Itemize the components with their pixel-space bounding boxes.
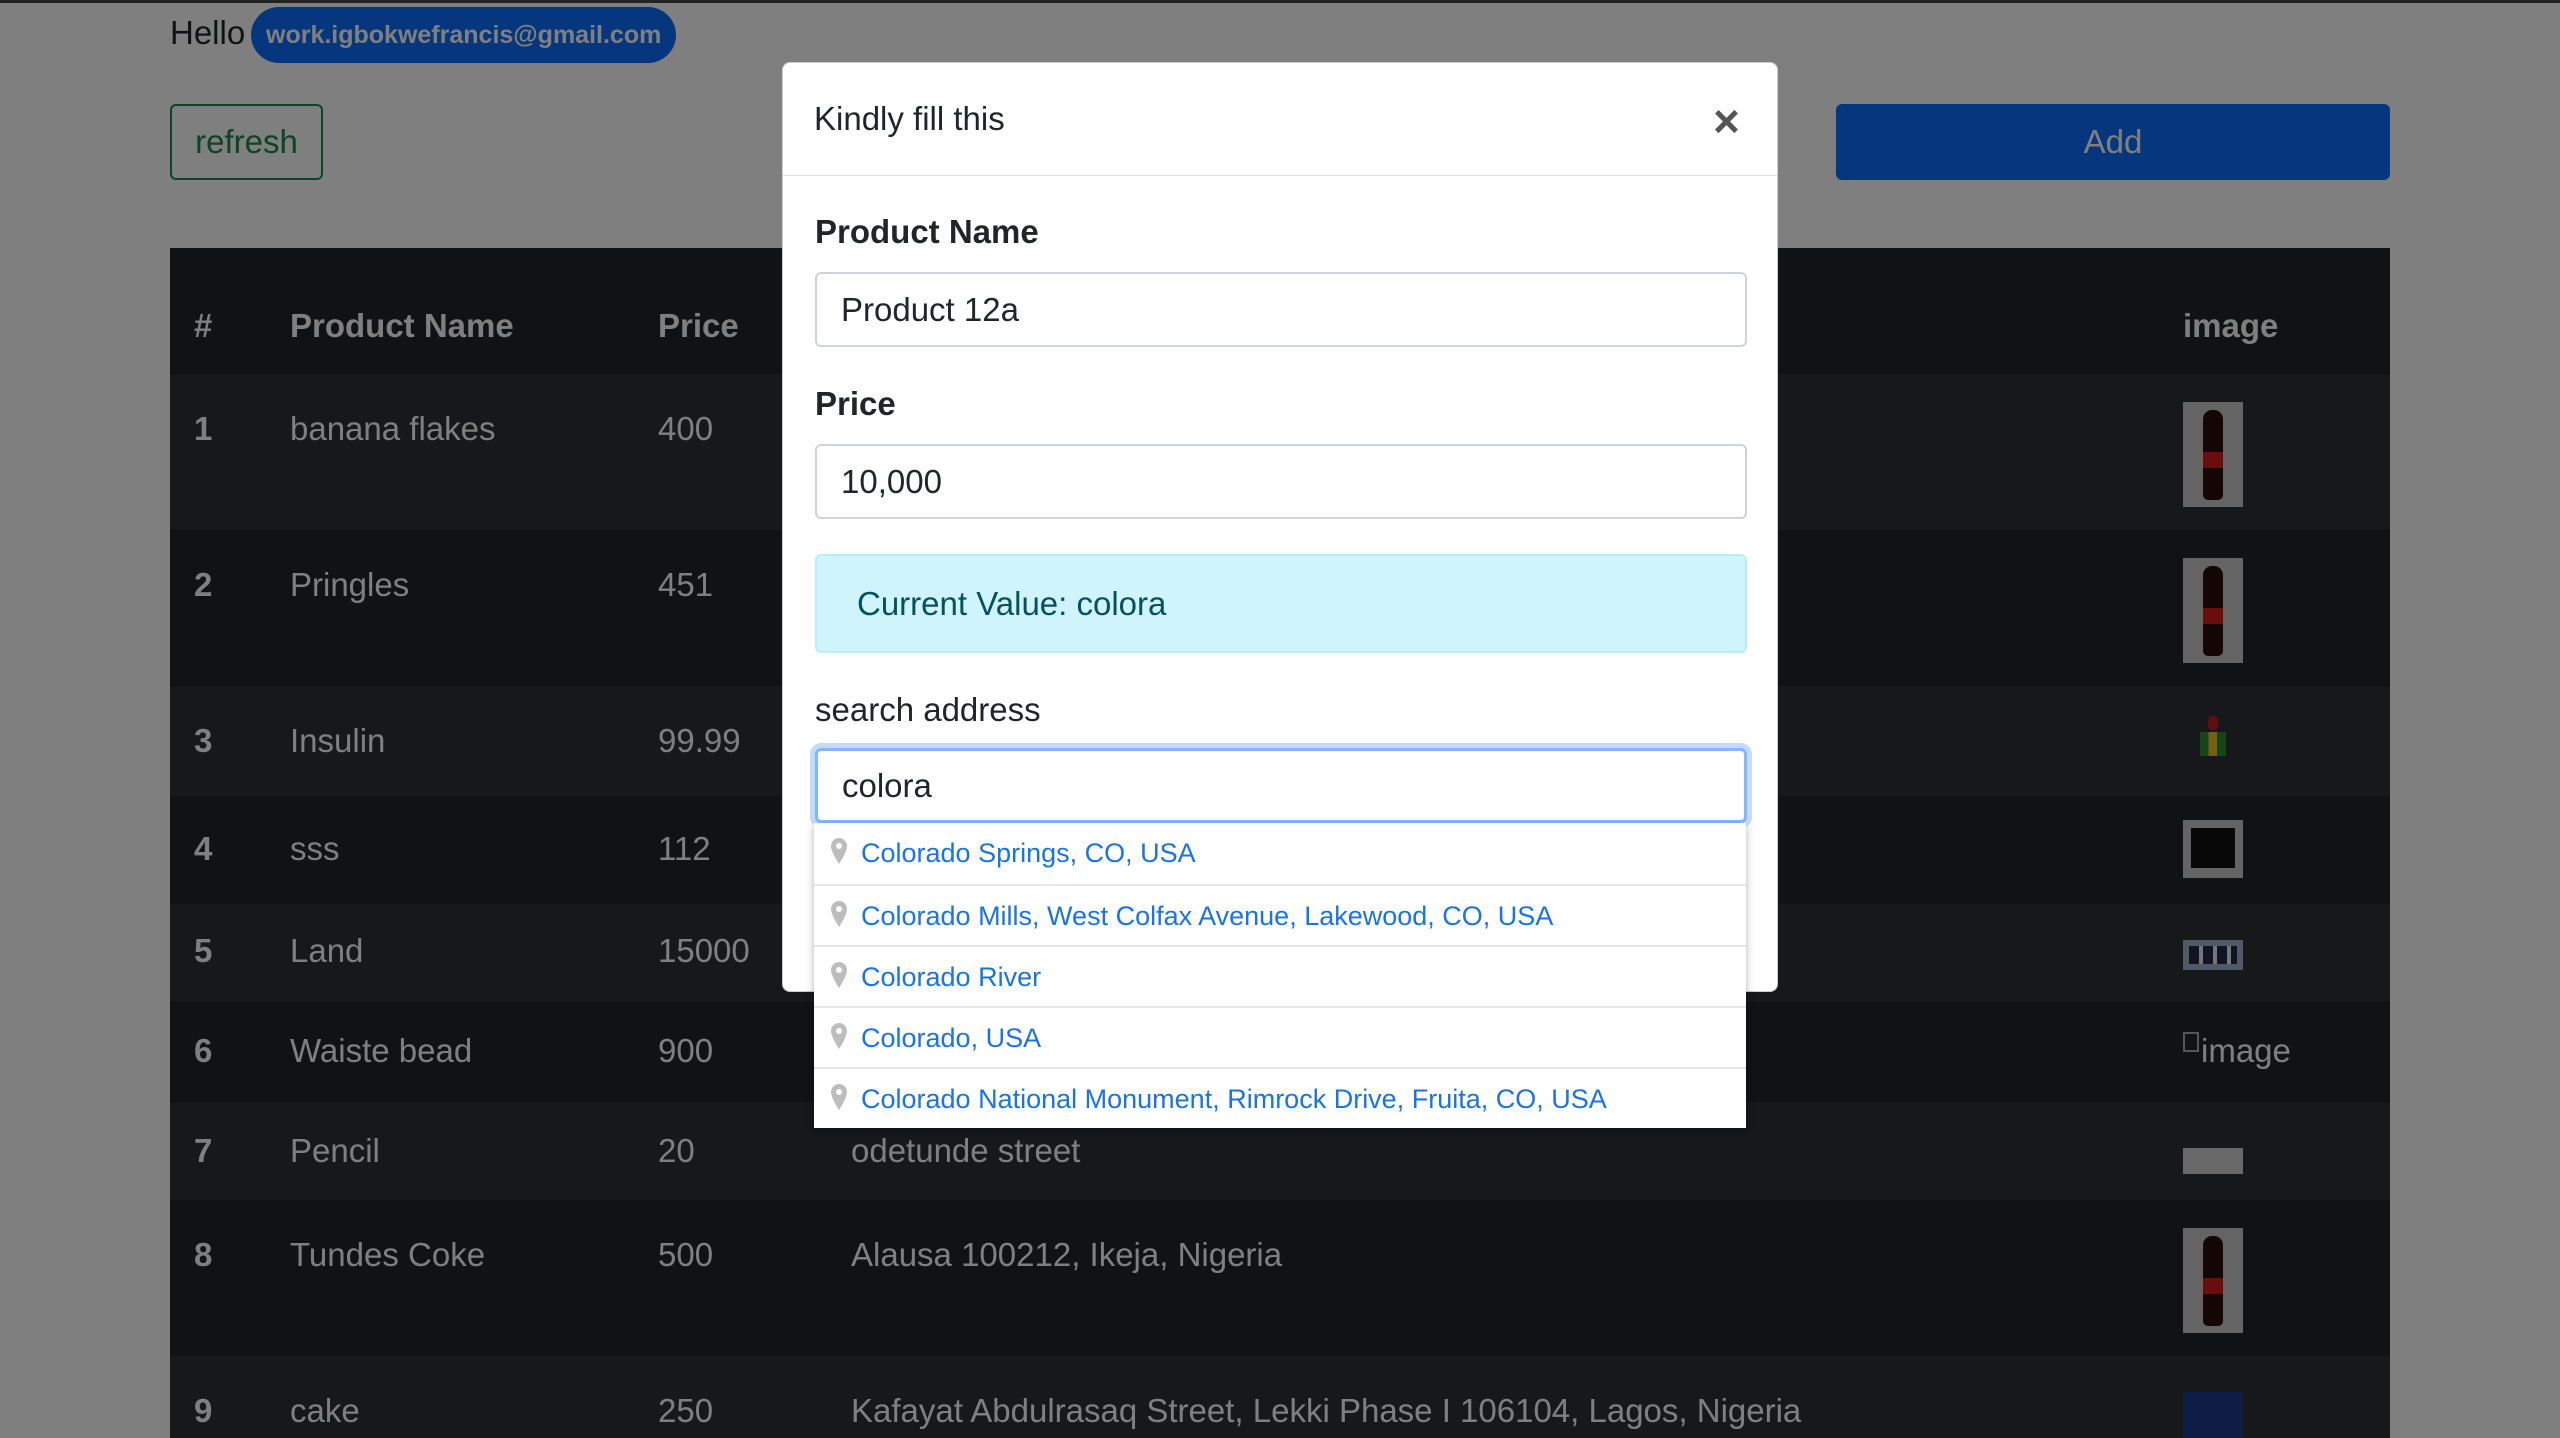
autocomplete-item-text: Colorado National Monument, Rimrock Driv…	[861, 1084, 1607, 1114]
autocomplete-item-text: Colorado Mills, West Colfax Avenue, Lake…	[861, 901, 1554, 931]
autocomplete-item[interactable]: Colorado, USA	[814, 1006, 1746, 1067]
autocomplete-item-text: Colorado River	[861, 962, 1042, 992]
autocomplete-item[interactable]: Colorado Mills, West Colfax Avenue, Lake…	[814, 884, 1746, 945]
modal-title: Kindly fill this	[814, 100, 1005, 137]
autocomplete-item[interactable]: Colorado River	[814, 945, 1746, 1006]
autocomplete-item[interactable]: Colorado Springs, CO, USA	[814, 823, 1746, 884]
modal-header: Kindly fill this ×	[783, 63, 1777, 176]
price-label: Price	[815, 385, 896, 422]
autocomplete-item[interactable]: Colorado National Monument, Rimrock Driv…	[814, 1067, 1746, 1128]
price-input[interactable]: 10,000	[815, 444, 1747, 519]
map-pin-icon	[831, 962, 847, 988]
map-pin-icon	[831, 1023, 847, 1049]
map-pin-icon	[831, 1084, 847, 1110]
product-name-label: Product Name	[815, 213, 1039, 250]
autocomplete-item-text: Colorado Springs, CO, USA	[861, 838, 1196, 868]
autocomplete-item-text: Colorado, USA	[861, 1023, 1042, 1053]
current-value-alert: Current Value: colora	[815, 554, 1747, 653]
search-address-input[interactable]: colora	[815, 748, 1747, 823]
close-icon[interactable]: ×	[1713, 98, 1740, 144]
address-autocomplete-list: Colorado Springs, CO, USA Colorado Mills…	[814, 823, 1746, 1128]
map-pin-icon	[831, 838, 847, 864]
map-pin-icon	[831, 901, 847, 927]
product-name-input[interactable]: Product 12a	[815, 272, 1747, 347]
search-address-label: search address	[815, 691, 1041, 728]
